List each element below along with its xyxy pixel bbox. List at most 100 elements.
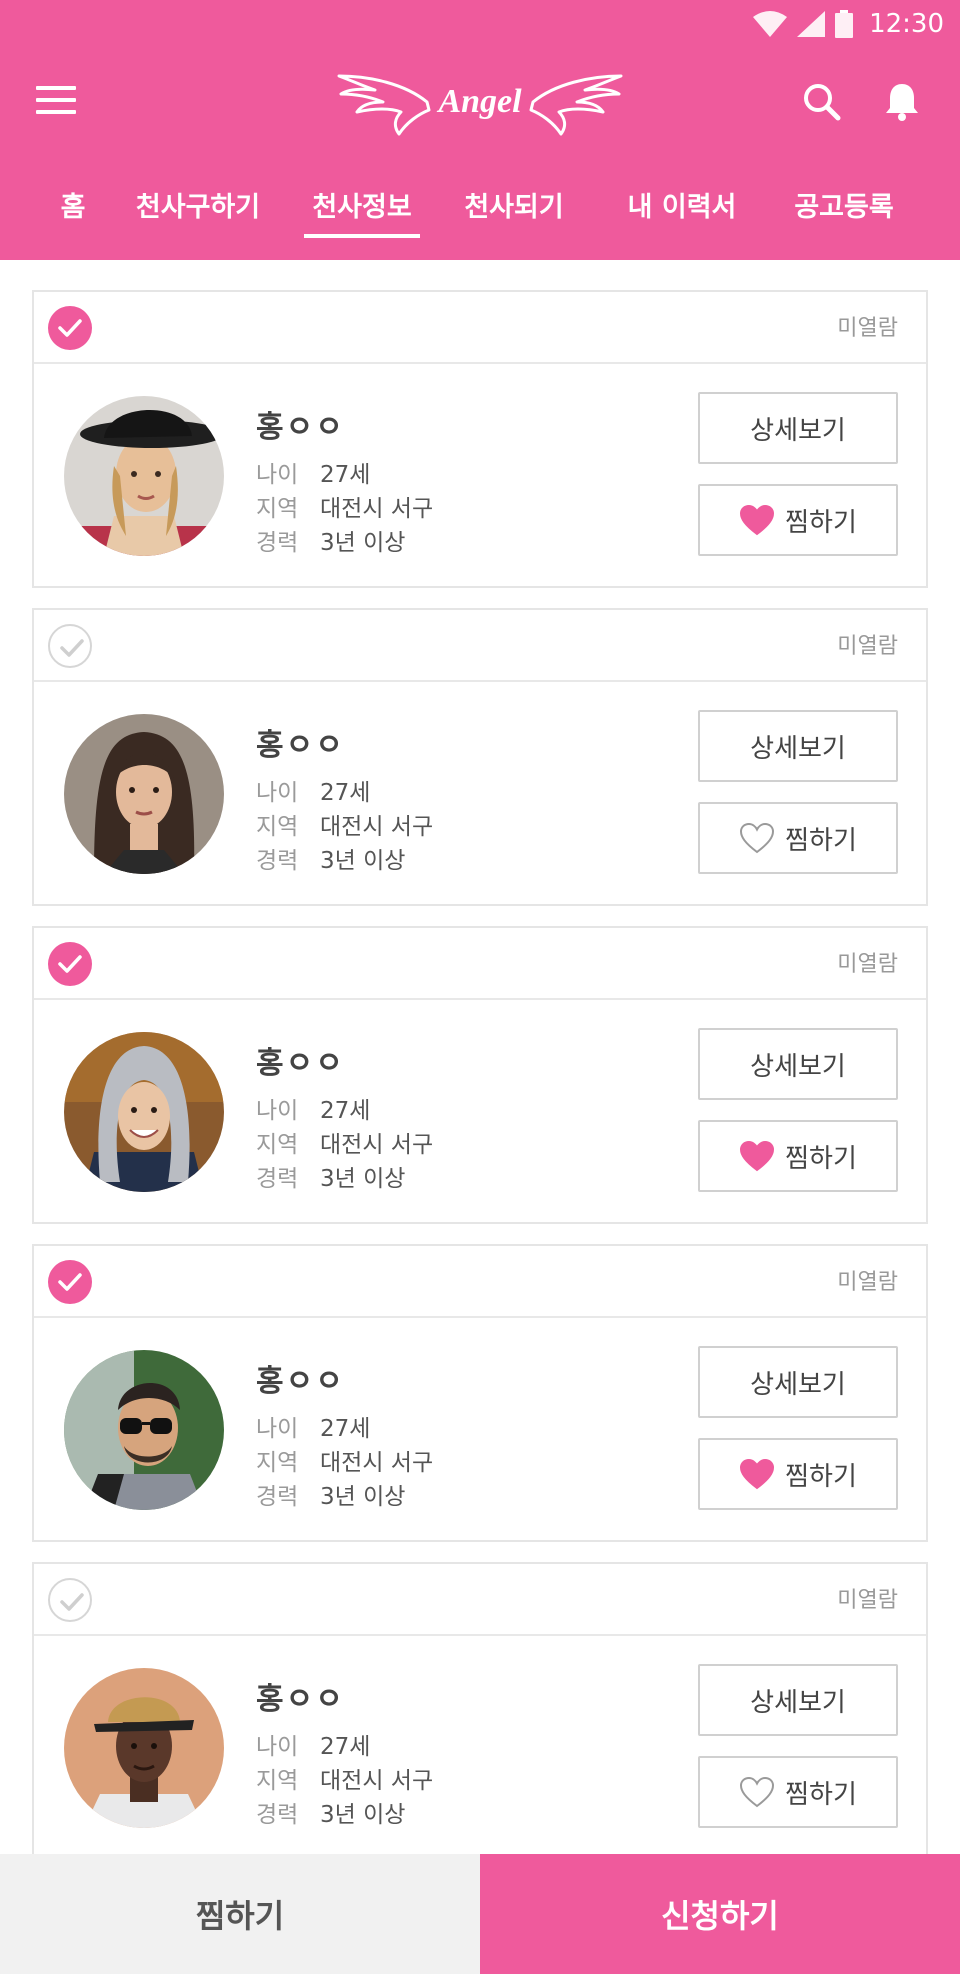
select-checkbox[interactable] [48,1260,92,1304]
career-row: 경력 3년 이상 [256,1798,433,1832]
check-icon [58,319,82,337]
career-row: 경력 3년 이상 [256,844,433,878]
select-checkbox[interactable] [48,306,92,350]
age-row: 나이 27세 [256,1730,433,1764]
career-label: 경력 [256,848,299,874]
region-row: 지역 대전시 서구 [256,1764,433,1798]
card-header: 미열람 [34,1564,926,1636]
tab-angel-info[interactable]: 천사정보 [304,180,420,250]
hamburger-menu-button[interactable] [36,86,76,118]
career-value: 3년 이상 [320,530,406,556]
tab-bar: 홈 천사구하기 천사정보 천사되기 내 이력서 공고등록 [0,180,960,260]
heart-icon [740,504,775,536]
notification-button[interactable] [880,80,924,124]
apply-button[interactable]: 신청하기 [480,1854,960,1974]
age-row: 나이 27세 [256,458,433,492]
status-time: 12:30 [869,9,944,39]
age-row: 나이 27세 [256,1412,433,1446]
detail-button[interactable]: 상세보기 [698,1346,898,1418]
age-label: 나이 [256,780,299,806]
heart-icon [740,822,775,854]
region-value: 대전시 서구 [320,496,434,522]
profile-photo [64,1350,224,1510]
profile-name: 홍ㅇㅇ [256,1046,345,1081]
profile-info: 홍ㅇㅇ 나이 27세 지역 대전시 서구 경력 3년 이상 [256,1038,433,1196]
region-row: 지역 대전시 서구 [256,1128,433,1162]
svg-text:Angel: Angel [436,83,522,120]
age-value: 27세 [320,780,371,806]
read-status-label: 미열람 [837,1270,898,1295]
age-value: 27세 [320,462,371,488]
angel-card: 미열람 홍ㅇㅇ 나이 27세 지역 대전시 서구 경력 3년 이상 상세보기 찜하기 [32,926,928,1224]
age-value: 27세 [320,1098,371,1124]
read-status-label: 미열람 [837,316,898,341]
tab-home[interactable]: 홈 [52,180,94,250]
angel-card: 미열람 홍ㅇㅇ 나이 27세 지역 대전시 서구 경력 3년 이상 상세보기 찜하기 [32,608,928,906]
region-row: 지역 대전시 서구 [256,810,433,844]
region-value: 대전시 서구 [320,1768,434,1794]
profile-info: 홍ㅇㅇ 나이 27세 지역 대전시 서구 경력 3년 이상 [256,402,433,560]
select-checkbox[interactable] [48,942,92,986]
region-label: 지역 [256,496,299,522]
detail-button[interactable]: 상세보기 [698,1664,898,1736]
age-row: 나이 27세 [256,776,433,810]
select-checkbox[interactable] [48,624,92,668]
tab-become-angel[interactable]: 천사되기 [456,180,572,250]
career-value: 3년 이상 [320,1484,406,1510]
profile-photo [64,1032,224,1192]
profile-info: 홍ㅇㅇ 나이 27세 지역 대전시 서구 경력 3년 이상 [256,1674,433,1832]
zzim-label: 찜하기 [785,507,857,538]
card-header: 미열람 [34,928,926,1000]
detail-button[interactable]: 상세보기 [698,710,898,782]
age-label: 나이 [256,1734,299,1760]
region-label: 지역 [256,1132,299,1158]
age-value: 27세 [320,1734,371,1760]
zzim-button[interactable]: 찜하기 [698,1438,898,1510]
zzim-label: 찜하기 [785,825,857,856]
zzim-button[interactable]: 찜하기 [698,802,898,874]
age-row: 나이 27세 [256,1094,433,1128]
angel-logo: Angel [337,74,623,136]
card-header: 미열람 [34,610,926,682]
age-label: 나이 [256,1098,299,1124]
career-row: 경력 3년 이상 [256,1162,433,1196]
angel-card-list: 미열람 홍ㅇㅇ 나이 27세 지역 대전시 서구 경력 3년 이상 상세보기 찜하기 … [32,290,928,1880]
bottom-zzim-button[interactable]: 찜하기 [0,1854,480,1974]
heart-icon [740,1776,775,1808]
detail-button[interactable]: 상세보기 [698,1028,898,1100]
card-header: 미열람 [34,292,926,364]
tab-post-job[interactable]: 공고등록 [786,180,902,250]
region-label: 지역 [256,1768,299,1794]
wifi-icon [753,11,788,37]
profile-photo [64,396,224,556]
career-label: 경력 [256,1484,299,1510]
zzim-button[interactable]: 찜하기 [698,484,898,556]
select-checkbox[interactable] [48,1578,92,1622]
zzim-button[interactable]: 찜하기 [698,1756,898,1828]
read-status-label: 미열람 [837,1588,898,1613]
zzim-button[interactable]: 찜하기 [698,1120,898,1192]
profile-name: 홍ㅇㅇ [256,728,345,763]
tab-find-angel[interactable]: 천사구하기 [128,180,268,250]
heart-icon [740,1140,775,1172]
profile-photo [64,1668,224,1828]
zzim-label: 찜하기 [785,1461,857,1492]
region-label: 지역 [256,1450,299,1476]
detail-button[interactable]: 상세보기 [698,392,898,464]
read-status-label: 미열람 [837,952,898,977]
career-label: 경력 [256,530,299,556]
check-icon [58,955,82,973]
status-bar: 12:30 [753,0,944,48]
app-header: 12:30 Angel 홈 천사구하기 천사정보 천사되기 내 이력서 공고등록 [0,0,960,260]
profile-info: 홍ㅇㅇ 나이 27세 지역 대전시 서구 경력 3년 이상 [256,720,433,878]
career-value: 3년 이상 [320,1802,406,1828]
tab-my-resume[interactable]: 내 이력서 [620,180,744,250]
profile-info: 홍ㅇㅇ 나이 27세 지역 대전시 서구 경력 3년 이상 [256,1356,433,1514]
region-row: 지역 대전시 서구 [256,1446,433,1480]
toolbar: Angel [0,58,960,148]
bell-icon [886,84,918,121]
career-value: 3년 이상 [320,848,406,874]
bottom-action-bar: 찜하기 신청하기 [0,1854,960,1974]
angel-card: 미열람 홍ㅇㅇ 나이 27세 지역 대전시 서구 경력 3년 이상 상세보기 찜하기 [32,1562,928,1860]
search-button[interactable] [800,80,844,124]
